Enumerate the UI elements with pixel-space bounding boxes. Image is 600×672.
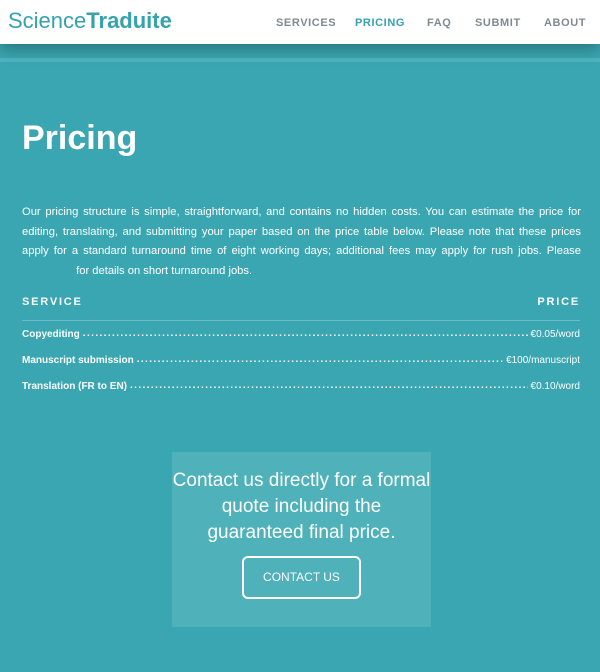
intro-text-1: Our pricing structure is simple, straigh… [22,206,581,257]
logo-text-science: Science [8,8,87,33]
service-name: Translation (FR to EN) [22,380,127,392]
service-name: Copyediting [22,328,80,340]
service-name: Manuscript submission [22,354,134,366]
price-row-copyediting: Copyediting ............................… [22,327,580,341]
dot-leader: ........................................… [82,329,528,339]
contact-link[interactable]: contact us [22,265,73,277]
nav-about[interactable]: ABOUT [544,17,586,29]
page-title: Pricing [22,119,138,157]
dot-leader: ........................................… [136,355,503,365]
price-row-manuscript-submission: Manuscript submission ..................… [22,353,580,367]
section-divider [0,58,600,62]
nav-submit[interactable]: SUBMIT [475,17,521,29]
nav-services[interactable]: SERVICES [276,17,336,29]
service-price: €0.05/word [530,328,580,340]
nav-pricing[interactable]: PRICING [355,17,405,29]
quote-callout: Contact us directly for a formal quote i… [172,452,431,627]
pricing-section: Pricing Our pricing structure is simple,… [0,44,600,672]
intro-paragraph: Our pricing structure is simple, straigh… [22,203,581,281]
service-price: €100/manuscript [506,354,580,366]
logo[interactable]: ScienceTraduite [8,7,172,35]
column-header-service: SERVICE [22,296,83,308]
price-row-translation: Translation (FR to EN) .................… [22,379,580,393]
site-header: ScienceTraduite SERVICES PRICING FAQ SUB… [0,0,600,44]
table-divider [22,320,580,321]
column-header-price: PRICE [537,296,580,308]
logo-text-traduite: Traduite [86,8,172,33]
dot-leader: ........................................… [130,381,528,391]
service-price: €0.10/word [530,380,580,392]
quote-text: Contact us directly for a formal quote i… [172,470,431,543]
nav-faq[interactable]: FAQ [427,17,451,29]
intro-text-2: for details on short turnaround jobs. [76,264,253,277]
contact-us-button[interactable]: CONTACT US [242,556,361,599]
price-table-header: SERVICE PRICE [22,296,580,310]
